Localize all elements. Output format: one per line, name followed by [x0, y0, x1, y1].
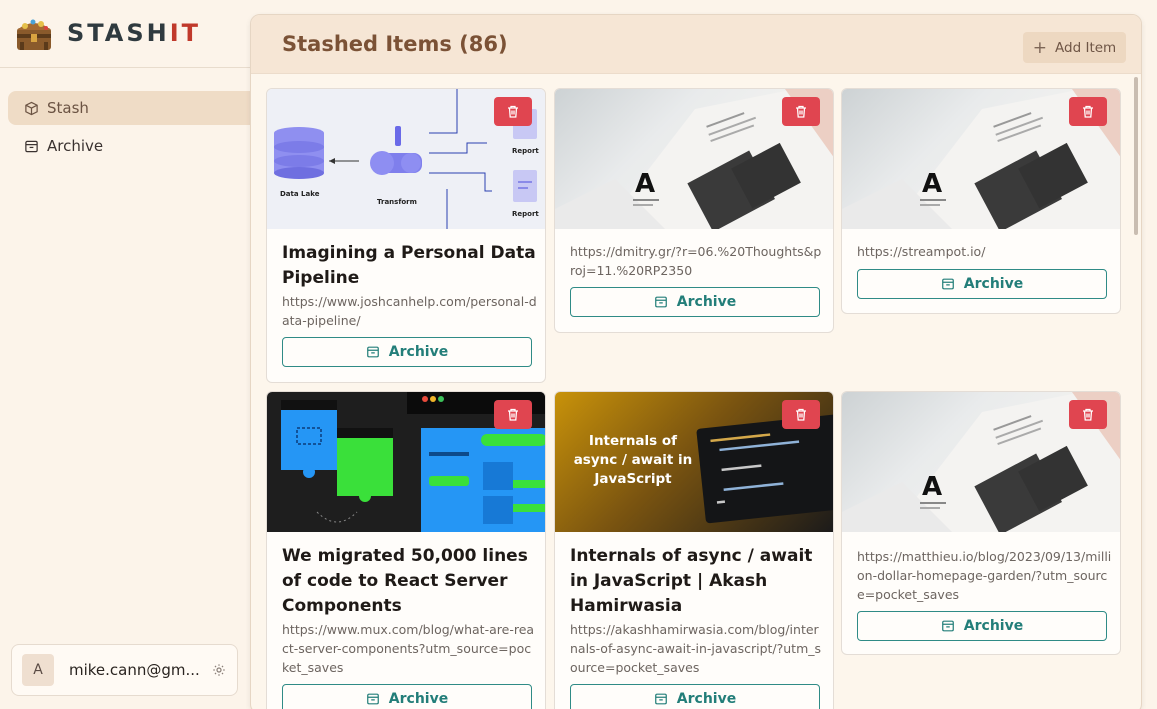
brand-name: STASHIT	[67, 19, 201, 47]
stash-card: Internals of async / await in JavaScript…	[554, 391, 834, 709]
page-title: Stashed Items (86)	[282, 32, 508, 56]
delete-button[interactable]	[1069, 400, 1107, 429]
archive-icon	[366, 345, 380, 359]
card-url[interactable]: https://akashhamirwasia.com/blog/interna…	[570, 620, 825, 677]
trash-icon	[796, 408, 806, 421]
delete-button[interactable]	[782, 97, 820, 126]
trash-icon	[508, 408, 518, 421]
archive-icon	[654, 692, 668, 706]
main-header: Stashed Items (86) + Add Item	[251, 15, 1141, 74]
thumb-label-transform: Transform	[377, 198, 417, 206]
archive-icon	[23, 138, 39, 154]
archive-icon	[941, 619, 955, 633]
archive-label: Archive	[963, 276, 1024, 292]
card-url[interactable]: https://dmitry.gr/?r=06.%20Thoughts&proj…	[570, 242, 825, 280]
gear-icon[interactable]	[211, 662, 227, 678]
svg-text:A: A	[922, 169, 942, 199]
archive-icon	[366, 692, 380, 706]
stash-card: A https://matthieu.io/blog/2023/09/13/mi…	[841, 391, 1121, 655]
archive-icon	[941, 277, 955, 291]
box-icon	[23, 100, 39, 116]
add-item-label: Add Item	[1055, 39, 1117, 56]
plus-icon: +	[1032, 37, 1048, 58]
trash-icon	[1083, 105, 1093, 118]
trash-icon	[796, 105, 806, 118]
sidebar-item-label: Stash	[47, 99, 89, 117]
trash-icon	[1083, 408, 1093, 421]
sidebar-item-stash[interactable]: Stash	[8, 91, 250, 125]
treasure-chest-logo-icon	[13, 12, 55, 54]
avatar: A	[22, 654, 54, 686]
card-url[interactable]: https://matthieu.io/blog/2023/09/13/mill…	[857, 547, 1112, 604]
card-url[interactable]: https://www.joshcanhelp.com/personal-dat…	[282, 292, 537, 330]
brand-name-accent: IT	[169, 19, 202, 47]
archive-button[interactable]: Archive	[857, 611, 1107, 641]
thumb-label-report: Report	[512, 210, 539, 218]
archive-label: Archive	[963, 618, 1024, 634]
main-panel: Stashed Items (86) + Add Item Data Lake	[250, 14, 1142, 709]
scrollbar[interactable]	[1134, 77, 1138, 235]
svg-text:A: A	[922, 472, 942, 502]
brand-name-main: STASH	[67, 19, 170, 47]
archive-label: Archive	[676, 294, 737, 310]
sidebar-divider	[0, 67, 250, 68]
user-card[interactable]: A mike.cann@gm...	[11, 644, 238, 696]
archive-label: Archive	[676, 691, 737, 707]
sidebar-item-archive[interactable]: Archive	[8, 129, 250, 163]
thumb-label-report: Report	[512, 147, 539, 155]
add-item-button[interactable]: + Add Item	[1023, 32, 1126, 63]
trash-icon	[508, 105, 518, 118]
sidebar: STASHIT Stash Archive A mike.cann@gm...	[0, 0, 250, 709]
stash-card: Data Lake Transform Report Report Imagin…	[266, 88, 546, 383]
sidebar-item-label: Archive	[47, 137, 104, 155]
archive-button[interactable]: Archive	[857, 269, 1107, 299]
thumb-label-data-lake: Data Lake	[280, 190, 320, 198]
archive-button[interactable]: Archive	[570, 684, 820, 709]
archive-label: Archive	[388, 344, 449, 360]
card-title[interactable]: We migrated 50,000 lines of code to Reac…	[282, 544, 537, 619]
stash-card: We migrated 50,000 lines of code to Reac…	[266, 391, 546, 709]
brand[interactable]: STASHIT	[13, 12, 201, 54]
archive-button[interactable]: Archive	[570, 287, 820, 317]
stash-card: A https://streampot.io/ Archive	[841, 88, 1121, 314]
delete-button[interactable]	[494, 97, 532, 126]
card-title[interactable]: Imagining a Personal Data Pipeline	[282, 241, 537, 291]
delete-button[interactable]	[494, 400, 532, 429]
svg-text:A: A	[635, 169, 655, 199]
delete-button[interactable]	[782, 400, 820, 429]
card-title[interactable]: Internals of async / await in JavaScript…	[570, 544, 825, 619]
card-url[interactable]: https://streampot.io/	[857, 242, 1112, 261]
archive-label: Archive	[388, 691, 449, 707]
user-email: mike.cann@gm...	[69, 661, 200, 679]
delete-button[interactable]	[1069, 97, 1107, 126]
stash-card: A https://dmitry.gr/?r=06.%20Thoughts&pr…	[554, 88, 834, 333]
archive-button[interactable]: Archive	[282, 337, 532, 367]
archive-icon	[654, 295, 668, 309]
card-url[interactable]: https://www.mux.com/blog/what-are-react-…	[282, 620, 537, 677]
archive-button[interactable]: Archive	[282, 684, 532, 709]
